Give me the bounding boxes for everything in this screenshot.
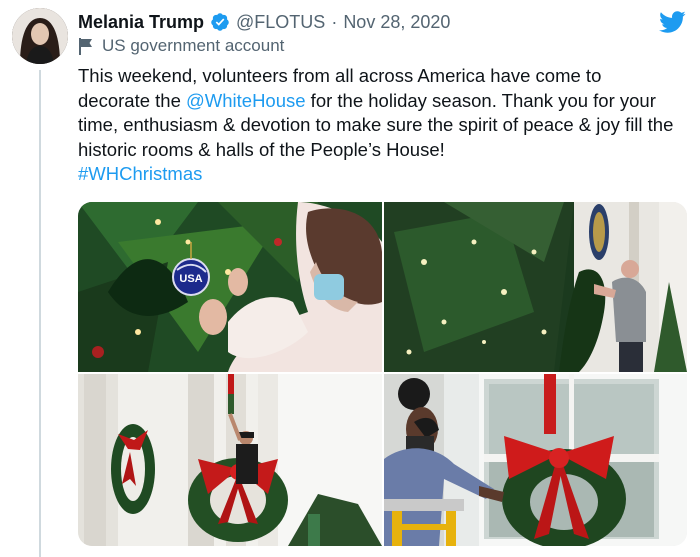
account-label: US government account [102,36,285,55]
twitter-bird-icon[interactable] [656,8,688,36]
photo-hanging-wreath[interactable] [384,202,687,372]
mention-link[interactable]: @WhiteHouse [186,90,306,111]
author-handle[interactable]: @FLOTUS [236,12,325,33]
author-name[interactable]: Melania Trump [78,12,204,33]
flag-icon [79,38,92,55]
photo-ornament[interactable]: USA [78,202,382,372]
avatar[interactable] [12,8,68,64]
tweet-header: Melania Trump @FLOTUS · Nov 28, 2020 [78,10,640,34]
photo-exterior-wreaths[interactable] [78,374,382,546]
separator-dot: · [331,11,338,32]
hashtag-link[interactable]: #WHChristmas [78,163,202,184]
verified-badge-icon [211,13,229,31]
photo-grid: USA [78,202,687,546]
photo-window-wreath[interactable] [384,374,687,546]
thread-line [39,70,41,557]
government-account-label: US government account [78,36,284,56]
tweet-date[interactable]: Nov 28, 2020 [343,12,450,33]
tweet-text: This weekend, volunteers from all across… [78,64,678,187]
ornament-label: USA [179,273,202,285]
